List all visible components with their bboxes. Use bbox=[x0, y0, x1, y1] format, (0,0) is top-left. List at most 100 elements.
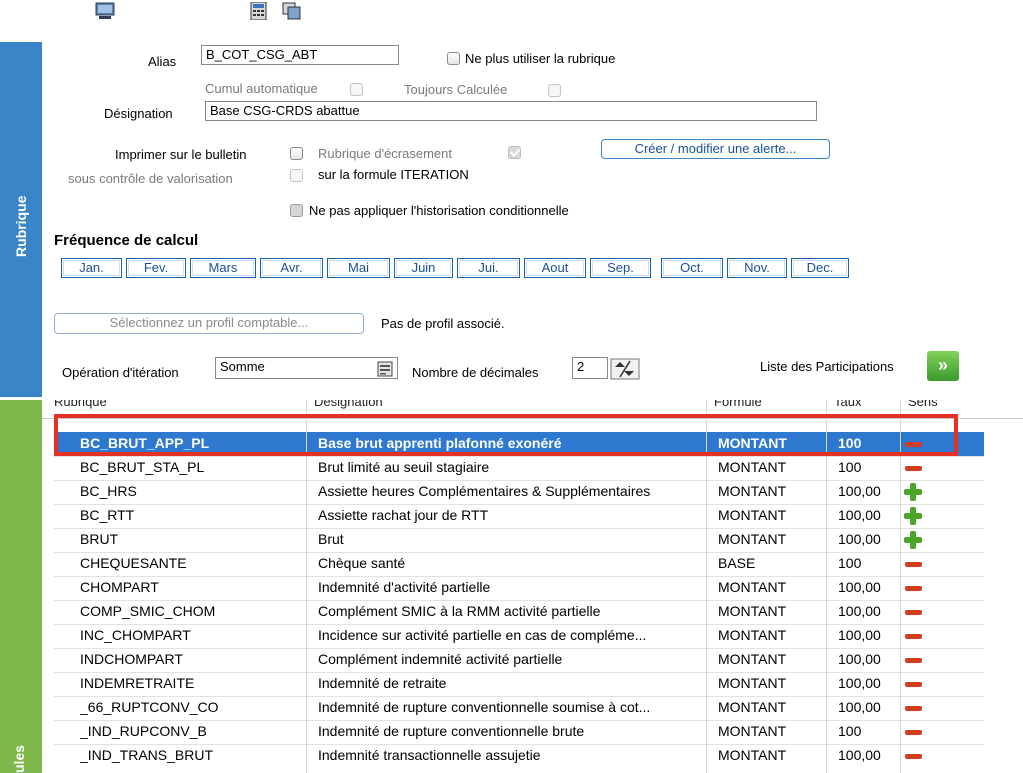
header-taux[interactable]: Taux bbox=[834, 400, 861, 409]
taux-cell: 100,00 bbox=[838, 699, 881, 715]
row-divider bbox=[54, 552, 984, 553]
formule-cell: MONTANT bbox=[718, 531, 787, 547]
month-button-oct[interactable]: Oct. bbox=[661, 258, 723, 278]
select-profile-button[interactable]: Sélectionnez un profil comptable... bbox=[54, 313, 364, 334]
row-divider bbox=[54, 528, 984, 529]
formule-cell: MONTANT bbox=[718, 627, 787, 643]
minus-icon bbox=[905, 610, 922, 615]
taux-cell: 100,00 bbox=[838, 747, 881, 763]
historisation-checkbox[interactable] bbox=[290, 204, 303, 217]
month-button-aout[interactable]: Aout bbox=[524, 258, 586, 278]
no-longer-use-checkbox[interactable] bbox=[447, 52, 460, 65]
rubrique-cell: BC_BRUT_STA_PL bbox=[80, 459, 205, 475]
minus-icon bbox=[905, 754, 922, 759]
create-alert-button[interactable]: Créer / modifier une alerte... bbox=[601, 139, 830, 159]
profile-status: Pas de profil associé. bbox=[381, 316, 505, 331]
sous-controle-checkbox[interactable] bbox=[290, 169, 303, 182]
row-divider bbox=[54, 720, 984, 721]
taux-cell: 100,00 bbox=[838, 531, 881, 547]
designation-cell: Indemnité d'activité partielle bbox=[318, 579, 491, 595]
toujours-checkbox[interactable] bbox=[548, 84, 561, 97]
month-button-sep[interactable]: Sep. bbox=[590, 258, 651, 278]
formule-cell: MONTANT bbox=[718, 723, 787, 739]
taux-cell: 100 bbox=[838, 459, 862, 475]
table-row[interactable]: INC_CHOMPART Incidence sur activité parti… bbox=[54, 624, 984, 648]
month-button-dec[interactable]: Dec. bbox=[791, 258, 849, 278]
calculator-icon[interactable] bbox=[249, 2, 269, 20]
table-row[interactable]: _IND_RUPCONV_B Indemnité de rupture conve… bbox=[54, 720, 984, 744]
formule-cell: MONTANT bbox=[718, 747, 787, 763]
header-formule[interactable]: Formule bbox=[714, 400, 762, 409]
table-row[interactable]: COMP_SMIC_CHOM Complément SMIC à la RMM a… bbox=[54, 600, 984, 624]
month-button-juin[interactable]: Juin bbox=[394, 258, 453, 278]
formule-cell: MONTANT bbox=[718, 459, 787, 475]
rubrique-cell: INC_CHOMPART bbox=[80, 627, 191, 643]
minus-icon bbox=[905, 706, 922, 711]
month-button-fev[interactable]: Fev. bbox=[126, 258, 186, 278]
operation-combo[interactable]: Somme bbox=[215, 357, 398, 379]
table-row[interactable]: _IND_TRANS_BRUT Indemnité transactionnell… bbox=[54, 744, 984, 768]
monitor-icon[interactable] bbox=[95, 2, 115, 20]
table-row[interactable]: BRUT Brut MONTANT 100,00 bbox=[54, 528, 984, 552]
designation-cell: Brut limité au seuil stagiaire bbox=[318, 459, 490, 475]
month-button-jan[interactable]: Jan. bbox=[61, 258, 122, 278]
rubrique-cell: _IND_RUPCONV_B bbox=[80, 723, 207, 739]
rubrique-cell: CHOMPART bbox=[80, 579, 159, 595]
rubrique-cell: _66_RUPTCONV_CO bbox=[80, 699, 219, 715]
participations-arrow-icon[interactable]: » bbox=[927, 351, 959, 381]
table-row[interactable]: INDEMRETRAITE Indemnité de retraite MONTAN… bbox=[54, 672, 984, 696]
taux-cell: 100,00 bbox=[838, 627, 881, 643]
plus-icon bbox=[904, 483, 922, 501]
header-sens[interactable]: Sens bbox=[908, 400, 938, 409]
row-divider bbox=[54, 600, 984, 601]
formules-side-tab[interactable]: ules bbox=[0, 400, 42, 773]
minus-icon bbox=[905, 658, 922, 663]
formule-cell: MONTANT bbox=[718, 579, 787, 595]
imprimer-checkbox[interactable] bbox=[290, 147, 303, 160]
combo-list-icon[interactable] bbox=[377, 361, 393, 377]
month-button-nov[interactable]: Nov. bbox=[727, 258, 787, 278]
no-longer-use-label: Ne plus utiliser la rubrique bbox=[465, 51, 616, 66]
windows-icon[interactable] bbox=[282, 2, 302, 20]
designation-label: Désignation bbox=[104, 106, 173, 121]
taux-cell: 100,00 bbox=[838, 483, 881, 499]
rubrique-side-tab[interactable]: Rubrique bbox=[0, 42, 42, 397]
table-row[interactable]: INDCHOMPART Complément indemnité activité… bbox=[54, 648, 984, 672]
designation-cell: Complément SMIC à la RMM activité partie… bbox=[318, 603, 601, 619]
row-divider bbox=[54, 744, 984, 745]
table-row[interactable]: CHEQUESANTE Chèque santé BASE 100 bbox=[54, 552, 984, 576]
designation-input[interactable]: Base CSG-CRDS abattue bbox=[205, 101, 817, 121]
rubrique-cell: INDEMRETRAITE bbox=[80, 675, 195, 691]
month-button-mai[interactable]: Mai bbox=[327, 258, 390, 278]
month-button-avr[interactable]: Avr. bbox=[260, 258, 323, 278]
row-divider bbox=[54, 504, 984, 505]
table-row[interactable]: BC_HRS Assiette heures Complémentaires & … bbox=[54, 480, 984, 504]
minus-icon bbox=[905, 730, 922, 735]
participations-label: Liste des Participations bbox=[760, 359, 894, 374]
row-divider bbox=[54, 648, 984, 649]
designation-cell: Brut bbox=[318, 531, 344, 547]
designation-cell: Complément indemnité activité partielle bbox=[318, 651, 563, 667]
table-row[interactable]: _66_RUPTCONV_CO Indemnité de rupture conv… bbox=[54, 696, 984, 720]
table-row[interactable]: BC_BRUT_STA_PL Brut limité au seuil stagi… bbox=[54, 456, 984, 480]
historisation-label: Ne pas appliquer l'historisation conditi… bbox=[309, 203, 569, 218]
header-designation[interactable]: Désignation bbox=[314, 400, 383, 409]
table-row[interactable]: CHOMPART Indemnité d'activité partielle MO… bbox=[54, 576, 984, 600]
table-row[interactable]: BC_RTT Assiette rachat jour de RTT MONTANT… bbox=[54, 504, 984, 528]
alias-input[interactable]: B_COT_CSG_ABT bbox=[201, 45, 399, 65]
spinner-icon[interactable] bbox=[610, 358, 640, 380]
header-rubrique[interactable]: Rubrique bbox=[54, 400, 107, 409]
month-button-mars[interactable]: Mars bbox=[190, 258, 256, 278]
rubrique-cell: _IND_TRANS_BRUT bbox=[80, 747, 214, 763]
decimales-input[interactable]: 2 bbox=[572, 357, 608, 379]
formule-cell: MONTANT bbox=[718, 507, 787, 523]
rubrique-cell: COMP_SMIC_CHOM bbox=[80, 603, 216, 619]
sous-controle-label: sous contrôle de valorisation bbox=[68, 171, 233, 186]
operation-value: Somme bbox=[220, 359, 265, 374]
ecrasement-checkbox[interactable] bbox=[508, 146, 521, 159]
designation-cell: Incidence sur activité partielle en cas … bbox=[318, 627, 647, 643]
cumul-checkbox[interactable] bbox=[350, 83, 363, 96]
toujours-label: Toujours Calculée bbox=[404, 82, 508, 97]
taux-cell: 100,00 bbox=[838, 579, 881, 595]
month-button-jui[interactable]: Jui. bbox=[457, 258, 520, 278]
